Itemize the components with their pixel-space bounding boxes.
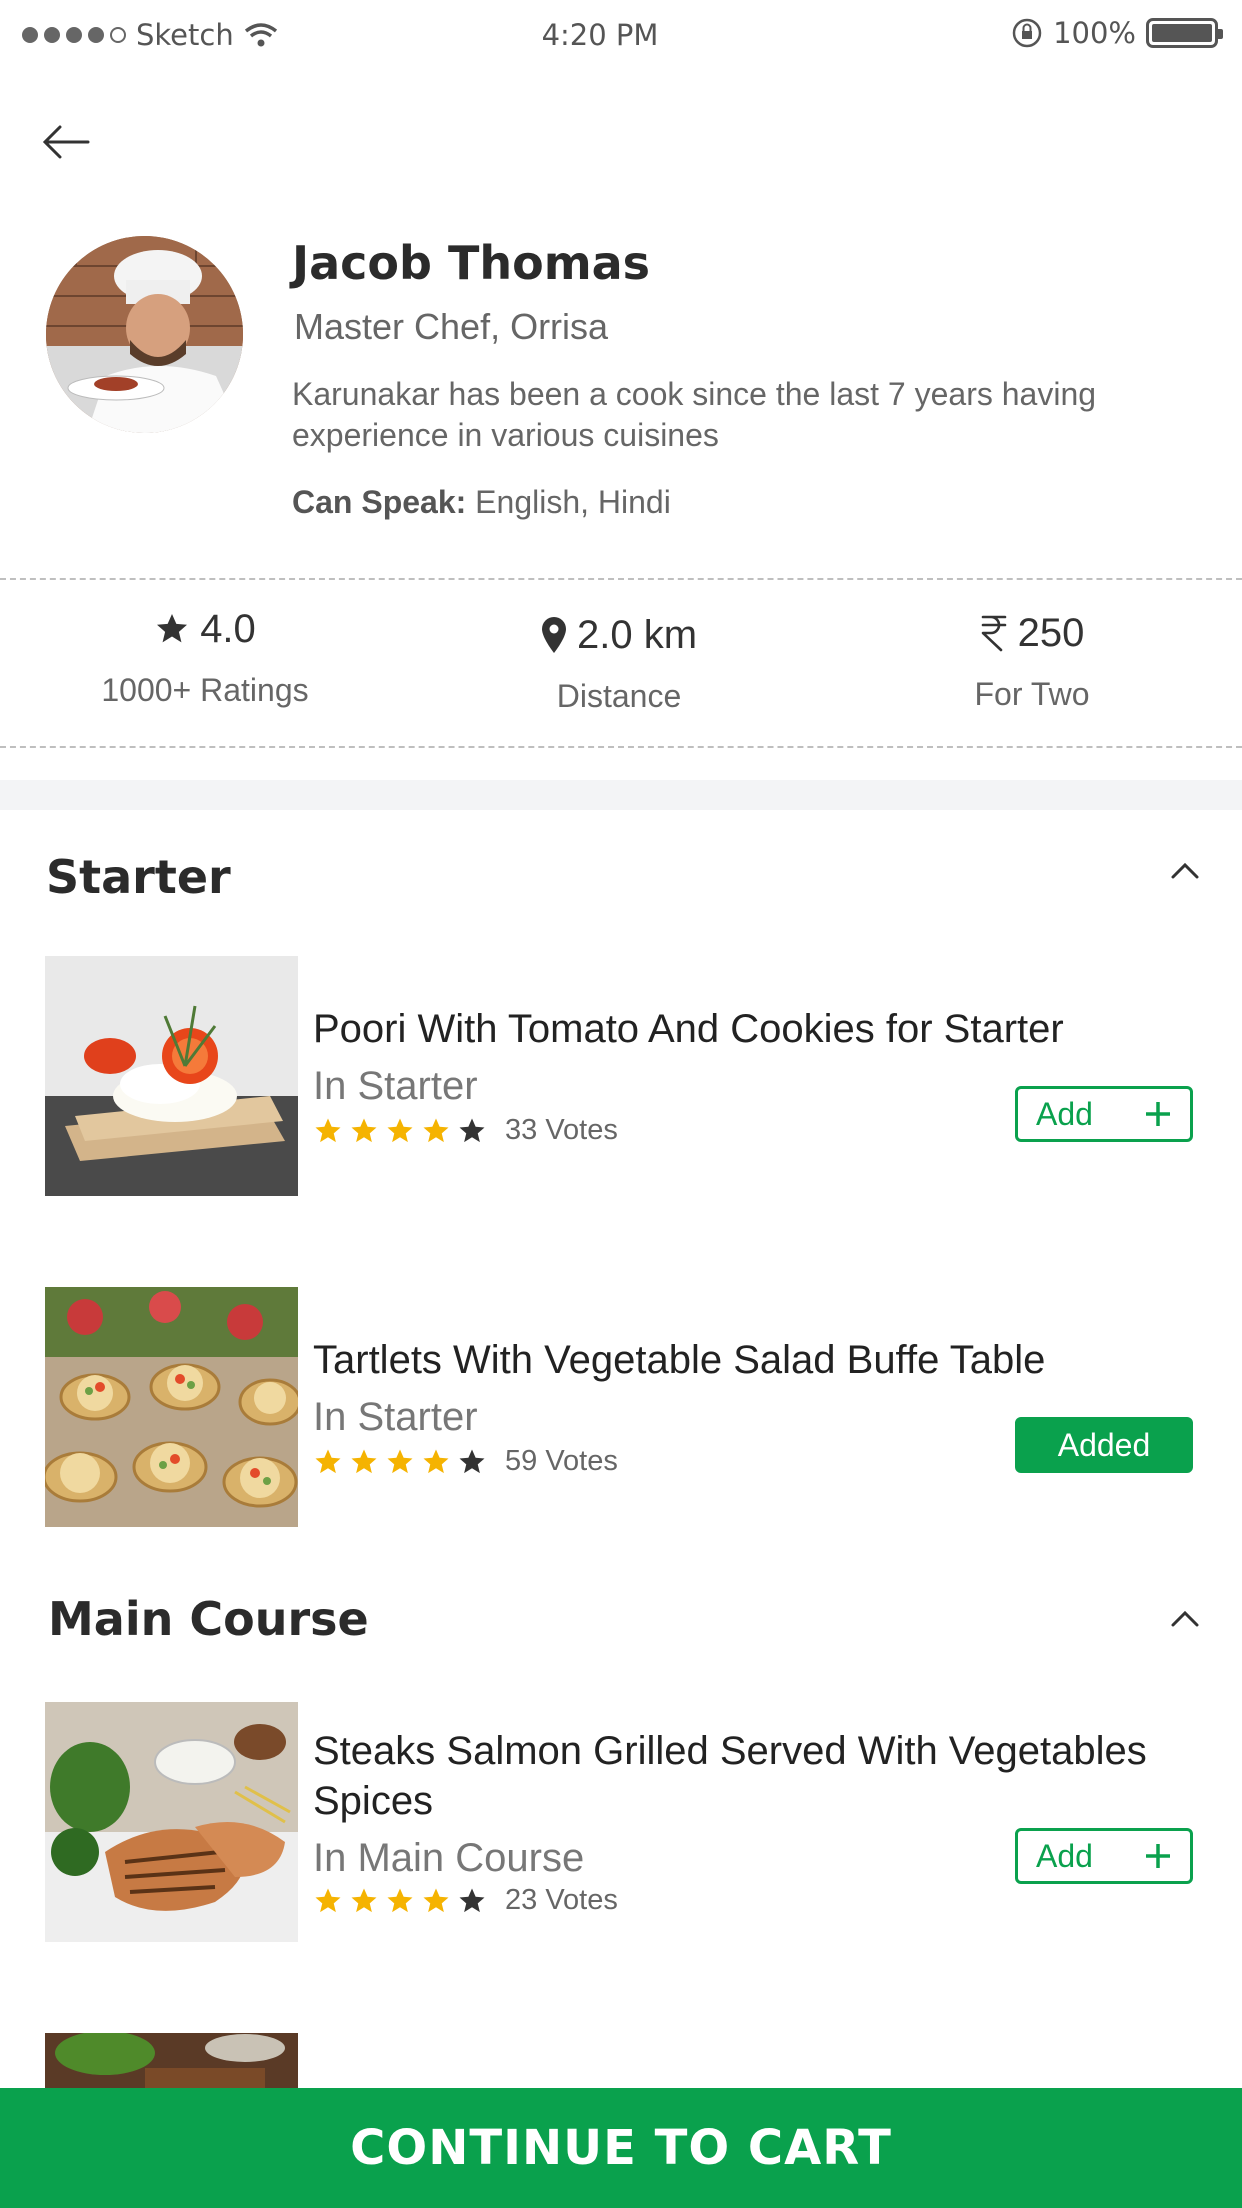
star-filled-icon [423, 1118, 449, 1142]
distance-value: 2.0 km [576, 612, 698, 657]
dish-name: Poori With Tomato And Cookies for Starte… [313, 1007, 1064, 1051]
star-filled-icon [387, 1888, 413, 1912]
add-button[interactable]: Add [1015, 1828, 1193, 1884]
dish-category: In Main Course [313, 1836, 585, 1880]
continue-to-cart-button[interactable]: CONTINUE TO CART [0, 2088, 1242, 2208]
star-icon [157, 614, 188, 643]
cost-label: For Two [974, 676, 1090, 712]
dish-rating: 59 Votes [313, 1445, 618, 1478]
chef-avatar [46, 236, 243, 433]
dish-category: In Starter [313, 1064, 478, 1108]
plus-icon [1146, 1844, 1170, 1868]
rating-value: 4.0 [200, 606, 256, 651]
add-button-label: Add [1036, 1095, 1093, 1132]
star-filled-icon [351, 1888, 377, 1912]
cost-value: 250 [1017, 610, 1085, 655]
dish-image [45, 2033, 298, 2093]
menu-item[interactable]: Tartlets With Vegetable Salad Buffe Tabl… [45, 1287, 1205, 1527]
chef-languages: Can Speak: English, Hindi [292, 484, 671, 521]
star-empty-icon [459, 1888, 485, 1912]
star-filled-icon [351, 1118, 377, 1142]
rotation-lock-icon [1012, 18, 1042, 48]
chef-bio: Karunakar has been a cook since the last… [292, 376, 1097, 453]
battery-percent: 100% [1053, 16, 1136, 50]
dish-name: Steaks Salmon Grilled Served With Vegeta… [313, 1729, 1147, 1823]
menu-item[interactable]: Steaks Salmon Grilled Served With Vegeta… [45, 1702, 1205, 1942]
plus-icon [1146, 1102, 1170, 1126]
dish-image [45, 956, 298, 1196]
dish-votes: 59 Votes [505, 1445, 618, 1477]
menu-item[interactable] [45, 2033, 1205, 2093]
star-filled-icon [387, 1449, 413, 1473]
star-filled-icon [423, 1888, 449, 1912]
chevron-up-icon[interactable] [1168, 860, 1202, 882]
chef-title: Master Chef, Orrisa [294, 306, 609, 347]
add-button[interactable]: Add [1015, 1086, 1193, 1142]
rating-label: 1000+ Ratings [101, 672, 309, 708]
add-button-label: Add [1036, 1837, 1093, 1874]
stat-rating: 4.0 1000+ Ratings [55, 602, 355, 709]
dish-rating: 23 Votes [313, 1884, 618, 1917]
dish-votes: 33 Votes [505, 1114, 618, 1146]
speak-label: Can Speak: [292, 484, 467, 520]
star-filled-icon [315, 1449, 341, 1473]
stat-cost: 250 For Two [882, 606, 1182, 713]
dish-rating: 33 Votes [313, 1114, 618, 1147]
star-filled-icon [387, 1118, 413, 1142]
back-arrow-icon[interactable] [40, 116, 92, 168]
divider [0, 578, 1242, 580]
added-button[interactable]: Added [1015, 1417, 1193, 1473]
battery-icon [1146, 18, 1223, 48]
divider [0, 746, 1242, 748]
menu-item[interactable]: Poori With Tomato And Cookies for Starte… [45, 956, 1205, 1196]
distance-label: Distance [556, 678, 682, 714]
star-empty-icon [459, 1449, 485, 1473]
location-pin-icon [541, 617, 566, 653]
star-empty-icon [459, 1118, 485, 1142]
star-filled-icon [351, 1449, 377, 1473]
added-button-label: Added [1057, 1426, 1151, 1463]
status-bar: Sketch 4:20 PM 100% [0, 0, 1242, 74]
chevron-up-icon[interactable] [1168, 1608, 1202, 1630]
status-right: 100% [1011, 16, 1223, 50]
speak-value: English, Hindi [466, 484, 671, 520]
star-filled-icon [423, 1449, 449, 1473]
dish-image [45, 1702, 298, 1942]
dish-category: In Starter [313, 1395, 478, 1439]
dish-votes: 23 Votes [505, 1884, 618, 1916]
section-title-main-course: Main Course [48, 1592, 369, 1646]
dish-name: Tartlets With Vegetable Salad Buffe Tabl… [313, 1338, 1046, 1382]
section-title-starter: Starter [46, 850, 231, 904]
section-separator [0, 780, 1242, 810]
chef-name: Jacob Thomas [292, 236, 651, 290]
rupee-icon [981, 615, 1006, 652]
star-filled-icon [315, 1118, 341, 1142]
stat-distance: 2.0 km Distance [469, 608, 769, 715]
dish-image [45, 1287, 298, 1527]
star-filled-icon [315, 1888, 341, 1912]
